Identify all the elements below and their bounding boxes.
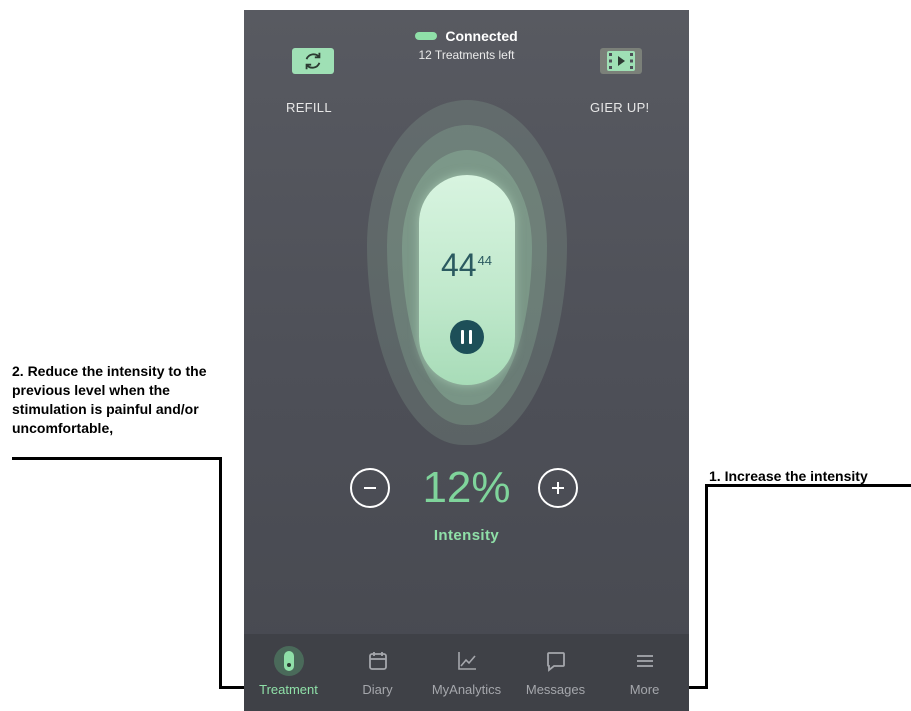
gier-up-label: GIER UP! [590,100,650,115]
nav-label: More [629,682,660,697]
nav-label: Messages [525,682,586,697]
pause-icon [461,330,464,344]
timer-minutes: 44 [440,247,477,283]
leader-line-right-v [705,484,708,689]
gier-up-button[interactable] [600,48,642,74]
calendar-icon [368,652,387,670]
refill-button[interactable] [292,48,334,74]
timer-seconds: 44 [477,253,493,268]
refresh-icon [305,52,321,70]
intensity-value: 12% [422,463,511,512]
treatment-timer: 4444 [419,247,515,284]
nav-label: Diary [362,682,393,697]
menu-icon [636,655,653,667]
treatment-timer-pill: 4444 [418,175,515,385]
increase-intensity-button[interactable] [538,468,578,508]
annotation-reduce-intensity: 2. Reduce the intensity to the previous … [12,363,207,436]
chat-icon [546,652,565,672]
leader-line-left-v [219,457,222,689]
leader-line-right-h1 [708,484,911,487]
plus-icon [552,482,564,494]
nav-item-myanalytics[interactable]: MyAnalytics [422,634,511,711]
nav-label: Treatment [259,682,318,697]
video-icon [607,51,635,71]
nav-item-more[interactable]: More [600,634,689,711]
nav-item-messages[interactable]: Messages [511,634,600,711]
nav-label: MyAnalytics [431,682,502,697]
nav-item-treatment[interactable]: Treatment [244,634,333,711]
treatment-icon [273,646,304,676]
leader-line-left-h1 [12,457,222,460]
refill-label: REFILL [286,100,332,115]
pause-button[interactable] [449,320,484,354]
phone-screen: Connected 12 Treatments left REFILL GIER… [244,10,689,711]
connected-indicator-icon [415,32,438,40]
bottom-nav: Treatment Diary MyAnalytics Messages Mor… [244,634,689,711]
intensity-label: Intensity [433,527,500,544]
connection-label: Connected [445,28,518,44]
chart-icon [457,652,476,670]
nav-item-diary[interactable]: Diary [333,634,422,711]
